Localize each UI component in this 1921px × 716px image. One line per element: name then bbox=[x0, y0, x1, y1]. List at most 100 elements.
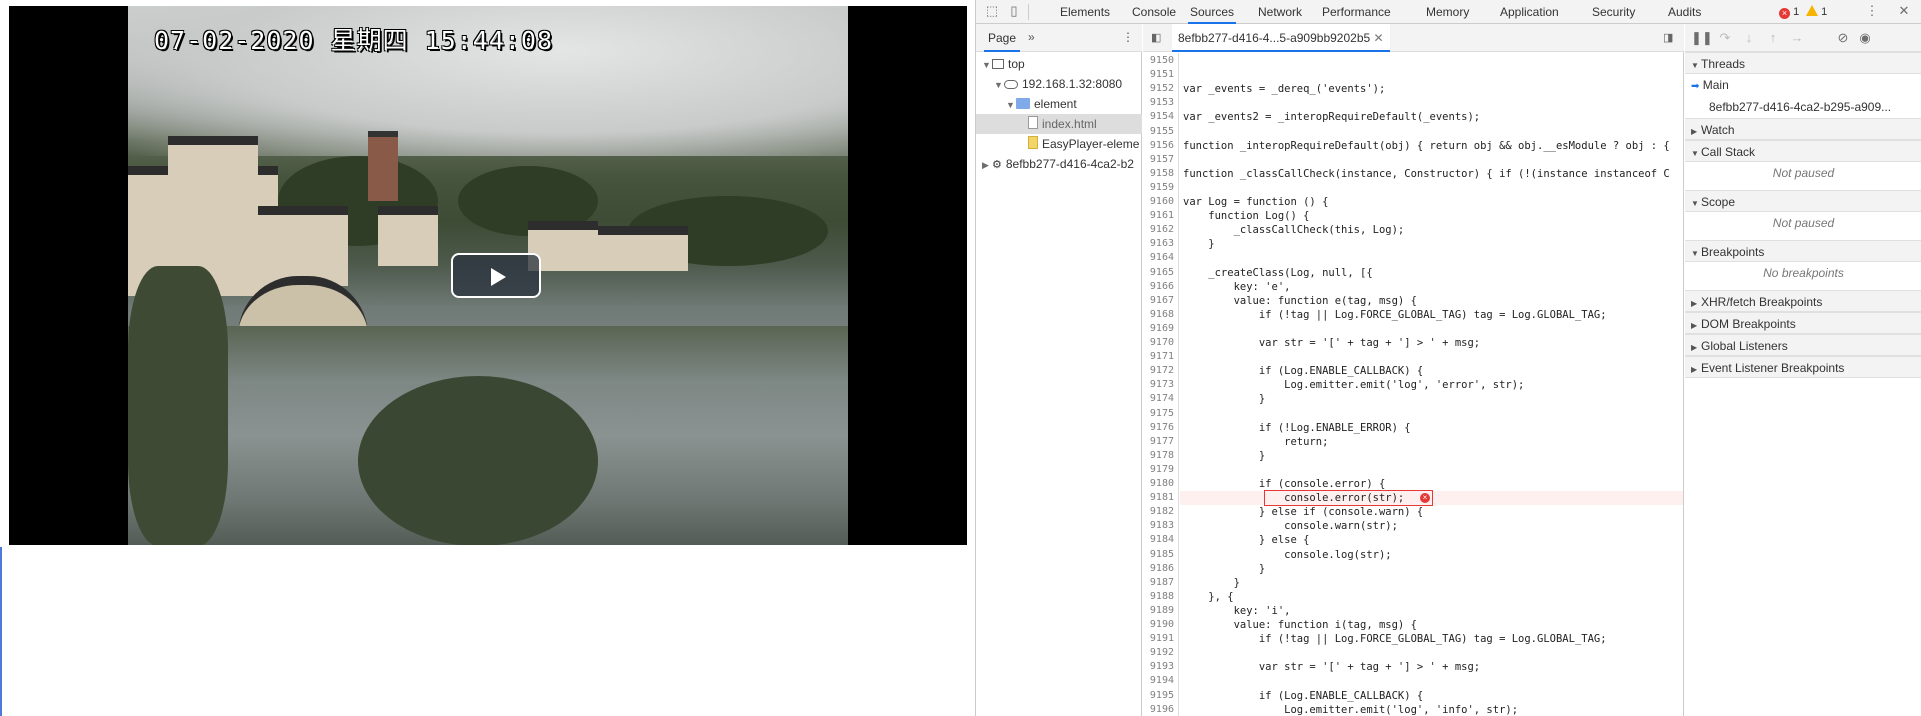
event-listener-breakpoints-section[interactable]: ▶ Event Listener Breakpoints bbox=[1685, 356, 1921, 378]
code-line[interactable]: var str = '[' + tag + '] > ' + msg; bbox=[1183, 660, 1480, 674]
code-line[interactable]: if (!Log.ENABLE_ERROR) { bbox=[1183, 421, 1411, 435]
code-line[interactable]: if (!tag || Log.FORCE_GLOBAL_TAG) tag = … bbox=[1183, 308, 1607, 322]
code-line[interactable]: return; bbox=[1183, 435, 1328, 449]
navigator-item[interactable]: index.html bbox=[976, 114, 1142, 134]
file-icon bbox=[1028, 136, 1038, 149]
page-edge bbox=[0, 547, 2, 716]
callstack-section[interactable]: ▼ Call Stack bbox=[1685, 140, 1921, 162]
close-tab-icon[interactable]: ✕ bbox=[1374, 31, 1384, 45]
thread-worker[interactable]: 8efbb277-d416-4ca2-b295-a909... bbox=[1685, 96, 1921, 118]
tab-application[interactable]: Application bbox=[1498, 0, 1561, 24]
code-line[interactable]: console.log(str); bbox=[1183, 548, 1391, 562]
breakpoints-section[interactable]: ▼ Breakpoints bbox=[1685, 240, 1921, 262]
devtools-panel: ⬚ ▯ Elements Console Sources Network Perform… bbox=[975, 0, 1921, 716]
code-line[interactable]: Log.emitter.emit('log', 'error', str); bbox=[1183, 378, 1524, 392]
expand-arrow-icon: ▼ bbox=[1006, 100, 1015, 110]
code-line[interactable]: }, { bbox=[1183, 590, 1233, 604]
navigator-item-label: top bbox=[1008, 57, 1025, 71]
code-line[interactable]: if (Log.ENABLE_CALLBACK) { bbox=[1183, 689, 1423, 703]
code-line[interactable]: function Log() { bbox=[1183, 209, 1309, 223]
xhr-breakpoints-section[interactable]: ▶ XHR/fetch Breakpoints bbox=[1685, 290, 1921, 312]
inspect-element-icon[interactable]: ⬚ bbox=[984, 3, 1000, 19]
code-line[interactable]: value: function i(tag, msg) { bbox=[1183, 618, 1417, 632]
code-line[interactable]: var _events = _dereq_('events'); bbox=[1183, 82, 1385, 96]
code-line[interactable]: } bbox=[1183, 449, 1265, 463]
code-line[interactable]: var Log = function () { bbox=[1183, 195, 1328, 209]
code-line[interactable]: if (Log.ENABLE_CALLBACK) { bbox=[1183, 364, 1423, 378]
navigator-menu-icon[interactable]: ⋮ bbox=[1122, 30, 1134, 44]
error-marker[interactable] bbox=[1264, 490, 1433, 507]
code-line[interactable]: key: 'i', bbox=[1183, 604, 1291, 618]
code-line[interactable]: Log.emitter.emit('log', 'info', str); bbox=[1183, 703, 1518, 716]
pause-on-exceptions-icon[interactable]: ◉ bbox=[1857, 30, 1873, 46]
tab-audits[interactable]: Audits bbox=[1666, 0, 1703, 24]
tab-performance[interactable]: Performance bbox=[1320, 0, 1393, 24]
debugger-toolbar: ❚❚ ↷ ↓ ↑ → ⊘ ◉ bbox=[1685, 24, 1921, 52]
navigator-item[interactable]: ▶ ⚙ 8efbb277-d416-4ca2-b2 bbox=[976, 154, 1142, 174]
error-badge[interactable]: × 1 bbox=[1779, 4, 1799, 20]
more-tabs-icon[interactable]: » bbox=[1028, 30, 1035, 44]
close-icon[interactable]: ✕ bbox=[1896, 3, 1912, 19]
file-icon bbox=[1028, 116, 1038, 129]
tab-elements[interactable]: Elements bbox=[1058, 0, 1112, 24]
toggle-navigator-icon[interactable]: ◧ bbox=[1151, 31, 1161, 44]
play-icon bbox=[491, 268, 506, 286]
code-editor: ◧ 8efbb277-d416-4...5-a909bb9202b5 ✕ ◨ 9… bbox=[1143, 24, 1684, 716]
tab-security[interactable]: Security bbox=[1590, 0, 1637, 24]
toggle-debugger-icon[interactable]: ◨ bbox=[1663, 31, 1673, 44]
pause-icon[interactable]: ❚❚ bbox=[1691, 30, 1713, 46]
code-line[interactable]: function _interopRequireDefault(obj) { r… bbox=[1183, 139, 1670, 153]
sources-navigator: Page » ⋮ ▼ top ▼ 192.168.1.32:8080 ▼ element i… bbox=[976, 24, 1142, 716]
code-line[interactable]: function _classCallCheck(instance, Const… bbox=[1183, 167, 1670, 181]
code-line[interactable]: } bbox=[1183, 237, 1214, 251]
code-line[interactable]: } bbox=[1183, 562, 1265, 576]
deactivate-breakpoints-icon[interactable]: ⊘ bbox=[1835, 30, 1851, 46]
navigator-item[interactable]: ▼ 192.168.1.32:8080 bbox=[976, 74, 1142, 94]
code-line[interactable]: var _events2 = _interopRequireDefault(_e… bbox=[1183, 110, 1480, 124]
dom-breakpoints-section[interactable]: ▶ DOM Breakpoints bbox=[1685, 312, 1921, 334]
code-line[interactable]: if (console.error) { bbox=[1183, 477, 1385, 491]
code-line[interactable]: } else if (console.warn) { bbox=[1183, 505, 1423, 519]
code-line[interactable]: } bbox=[1183, 392, 1265, 406]
code-line[interactable]: _createClass(Log, null, [{ bbox=[1183, 266, 1372, 280]
navigator-tab-page[interactable]: Page bbox=[984, 24, 1021, 52]
navigator-item[interactable]: ▼ element bbox=[976, 94, 1142, 114]
threads-section[interactable]: ▼ Threads bbox=[1685, 52, 1921, 74]
global-listeners-section[interactable]: ▶ Global Listeners bbox=[1685, 334, 1921, 356]
folder-icon bbox=[1016, 98, 1030, 109]
tab-sources[interactable]: Sources bbox=[1188, 0, 1237, 24]
tab-console[interactable]: Console bbox=[1130, 0, 1178, 24]
video-player[interactable]: 07-02-2020 星期四 15:44:08 bbox=[9, 6, 967, 545]
code-line[interactable]: } bbox=[1183, 576, 1240, 590]
play-button[interactable] bbox=[451, 253, 541, 298]
scope-status: Not paused bbox=[1772, 216, 1835, 230]
navigator-item[interactable]: ▼ top bbox=[976, 54, 1142, 74]
video-timestamp: 07-02-2020 星期四 15:44:08 bbox=[154, 26, 554, 55]
breakpoints-status: No breakpoints bbox=[1763, 266, 1844, 280]
step-out-icon[interactable]: ↑ bbox=[1765, 30, 1781, 46]
watch-section[interactable]: ▶ Watch bbox=[1685, 118, 1921, 140]
callstack-status: Not paused bbox=[1772, 166, 1835, 180]
code-line[interactable]: key: 'e', bbox=[1183, 280, 1291, 294]
code-line[interactable]: console.warn(str); bbox=[1183, 519, 1398, 533]
thread-main[interactable]: ➡ Main bbox=[1685, 74, 1921, 96]
expand-arrow-icon: ▼ bbox=[994, 80, 1003, 90]
navigator-item-label: index.html bbox=[1042, 117, 1097, 131]
step-into-icon[interactable]: ↓ bbox=[1741, 30, 1757, 46]
file-tab[interactable]: 8efbb277-d416-4...5-a909bb9202b5 ✕ bbox=[1172, 24, 1390, 52]
code-line[interactable]: value: function e(tag, msg) { bbox=[1183, 294, 1417, 308]
code-line[interactable]: } else { bbox=[1183, 533, 1310, 547]
warning-badge[interactable]: 1 bbox=[1806, 4, 1827, 20]
step-icon[interactable]: → bbox=[1789, 30, 1805, 46]
code-line[interactable]: _classCallCheck(this, Log); bbox=[1183, 223, 1405, 237]
navigator-item[interactable]: EasyPlayer-eleme bbox=[976, 134, 1142, 154]
device-toolbar-icon[interactable]: ▯ bbox=[1006, 3, 1022, 19]
code-line[interactable]: var str = '[' + tag + '] > ' + msg; bbox=[1183, 336, 1480, 350]
step-over-icon[interactable]: ↷ bbox=[1717, 30, 1733, 46]
more-menu-icon[interactable]: ⋮ bbox=[1864, 3, 1880, 19]
navigator-item-label: EasyPlayer-eleme bbox=[1042, 137, 1140, 151]
scope-section[interactable]: ▼ Scope bbox=[1685, 190, 1921, 212]
code-line[interactable]: if (!tag || Log.FORCE_GLOBAL_TAG) tag = … bbox=[1183, 632, 1607, 646]
tab-memory[interactable]: Memory bbox=[1424, 0, 1471, 24]
tab-network[interactable]: Network bbox=[1256, 0, 1304, 24]
